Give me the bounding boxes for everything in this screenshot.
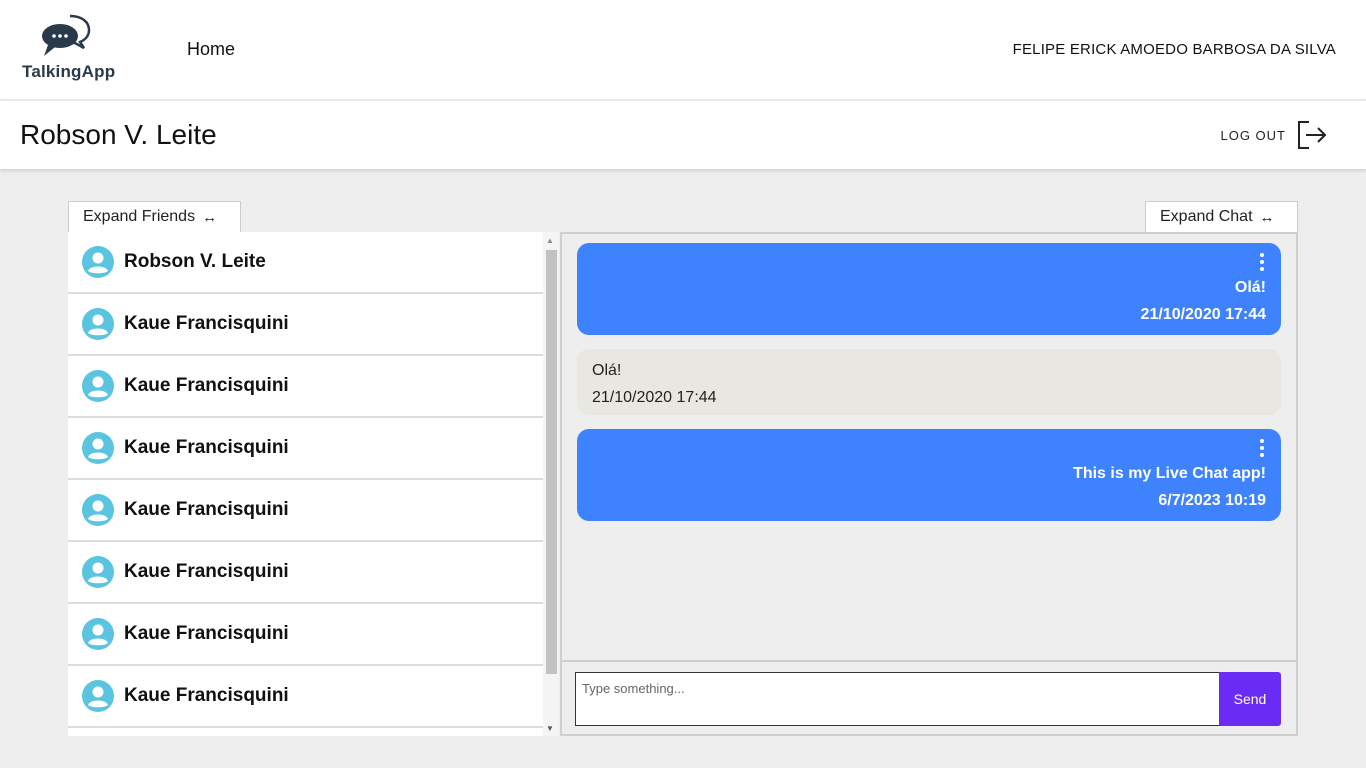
message-options-icon[interactable] xyxy=(1257,253,1267,271)
scrollbar-thumb[interactable] xyxy=(546,250,557,674)
friend-name: Kaue Francisquini xyxy=(124,313,289,334)
message-composer: Send xyxy=(562,660,1296,734)
message-timestamp: 21/10/2020 17:44 xyxy=(592,389,717,406)
user-avatar-icon xyxy=(82,494,114,526)
friend-list-item[interactable]: Kaue Francisquini xyxy=(68,542,543,604)
scroll-up-icon[interactable]: ▲ xyxy=(546,236,554,245)
app-logo-text: TalkingApp xyxy=(22,62,116,81)
chat-bubbles-icon xyxy=(42,14,91,56)
friend-list-item[interactable]: Kaue Francisquini xyxy=(68,480,543,542)
page-title: Robson V. Leite xyxy=(20,119,217,150)
message-text: This is my Live Chat app! xyxy=(1073,465,1266,482)
friend-list-item[interactable]: Kaue Francisquini xyxy=(68,294,543,356)
message-outgoing: Olá! 21/10/2020 17:44 xyxy=(577,243,1281,335)
message-input[interactable] xyxy=(575,672,1220,726)
top-navbar: TalkingApp Home FELIPE ERICK AMOEDO BARB… xyxy=(0,0,1366,100)
expand-arrows-icon: ↔ xyxy=(202,208,218,226)
message-outgoing: This is my Live Chat app! 6/7/2023 10:19 xyxy=(577,429,1281,521)
page-header: Robson V. Leite LOG OUT xyxy=(0,101,1366,169)
scroll-down-icon[interactable]: ▼ xyxy=(546,724,554,733)
expand-friends-label: Expand Friends xyxy=(83,208,196,225)
expand-chat-button[interactable]: Expand Chat ↔ xyxy=(1145,201,1298,232)
message-text: Olá! xyxy=(1234,279,1266,296)
expand-arrows-icon: ↔ xyxy=(1259,208,1275,226)
user-avatar-icon xyxy=(82,246,114,278)
current-user-name: FELIPE ERICK AMOEDO BARBOSA DA SILVA xyxy=(1012,41,1336,58)
logout-button[interactable]: LOG OUT xyxy=(1220,119,1328,151)
friend-name: Kaue Francisquini xyxy=(124,685,289,706)
friend-name: Kaue Francisquini xyxy=(124,499,289,520)
friend-name: Kaue Francisquini xyxy=(124,623,289,644)
friend-name: Kaue Francisquini xyxy=(124,437,289,458)
friends-list: Robson V. Leite Kaue Francisquini Kaue Fra… xyxy=(68,232,543,736)
expand-chat-label: Expand Chat xyxy=(1160,208,1253,225)
user-avatar-icon xyxy=(82,680,114,712)
user-avatar-icon xyxy=(82,308,114,340)
send-button[interactable]: Send xyxy=(1219,672,1281,726)
app-logo[interactable]: TalkingApp xyxy=(20,14,115,84)
user-avatar-icon xyxy=(82,618,114,650)
user-avatar-icon xyxy=(82,556,114,588)
message-timestamp: 6/7/2023 10:19 xyxy=(1158,492,1266,509)
friend-name: Robson V. Leite xyxy=(124,251,266,272)
nav-home-link[interactable]: Home xyxy=(187,39,235,60)
message-timestamp: 21/10/2020 17:44 xyxy=(1140,306,1266,323)
logout-icon xyxy=(1298,121,1327,149)
friend-list-item[interactable]: Robson V. Leite xyxy=(68,232,543,294)
message-options-icon[interactable] xyxy=(1257,439,1267,457)
friend-list-item[interactable]: Kaue Francisquini xyxy=(68,356,543,418)
friend-list-item[interactable]: Kaue Francisquini xyxy=(68,666,543,728)
message-list: Olá! 21/10/2020 17:44 Olá! 21/10/2020 17:44… xyxy=(577,243,1281,535)
logout-label: LOG OUT xyxy=(1220,127,1286,143)
user-avatar-icon xyxy=(82,370,114,402)
friend-list-item[interactable]: Kaue Francisquini xyxy=(68,604,543,666)
message-incoming: Olá! 21/10/2020 17:44 xyxy=(577,349,1281,415)
friend-name: Kaue Francisquini xyxy=(124,375,289,396)
friend-list-item[interactable]: Kaue Francisquini xyxy=(68,418,543,480)
expand-friends-button[interactable]: Expand Friends ↔ xyxy=(68,201,241,232)
friend-name: Kaue Francisquini xyxy=(124,561,289,582)
message-text: Olá! xyxy=(592,362,622,379)
friends-scrollbar[interactable]: ▲ ▼ xyxy=(543,232,559,736)
user-avatar-icon xyxy=(82,432,114,464)
chat-panel: Olá! 21/10/2020 17:44 Olá! 21/10/2020 17:44… xyxy=(560,232,1298,736)
